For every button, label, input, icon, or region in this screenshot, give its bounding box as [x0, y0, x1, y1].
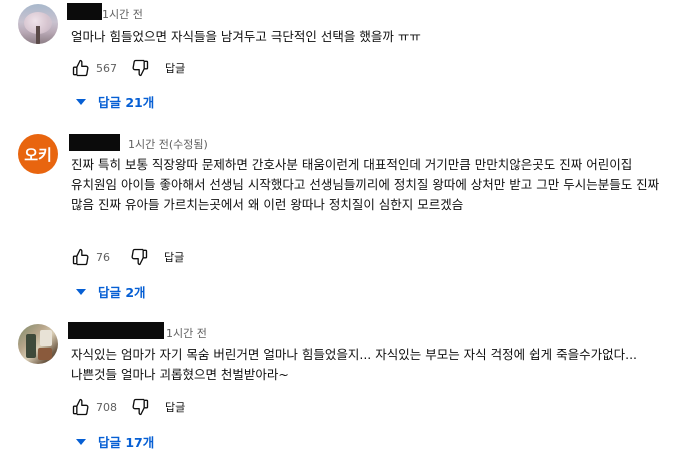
thumbs-up-icon[interactable]	[70, 57, 92, 79]
caret-down-icon	[76, 288, 86, 295]
thumbs-down-icon[interactable]	[128, 246, 150, 268]
view-replies-button[interactable]: 답글 21개	[76, 92, 154, 111]
thumbs-up-icon[interactable]	[70, 396, 92, 418]
comment-actions: 708 답글	[70, 395, 185, 419]
replies-count-label: 답글 21개	[98, 95, 155, 110]
comment-timestamp[interactable]: 1시간 전	[102, 6, 143, 22]
view-replies-button[interactable]: 답글 2개	[76, 282, 146, 301]
comment-actions: 567 답글	[70, 56, 185, 80]
replies-count-label: 답글 2개	[98, 285, 146, 300]
comment-text: 진짜 특히 보통 직장왕따 문제하면 간호사분 태움이런게 대표적인데 거기만큼…	[71, 157, 660, 212]
comment-text: 자식있는 엄마가 자기 목숨 버린거면 얼마나 힘들었을지... 자식있는 부모…	[71, 347, 638, 382]
reply-button[interactable]: 답글	[165, 399, 185, 415]
replies-count-label: 답글 17개	[98, 435, 155, 450]
comment-thread-3: 1시간 전 자식있는 엄마가 자기 목숨 버린거면 얼마나 힘들었을지... 자…	[0, 310, 690, 452]
caret-down-icon	[76, 438, 86, 445]
avatar-initials: 오키	[24, 145, 52, 164]
avatar[interactable]	[18, 4, 58, 44]
comment-timestamp[interactable]: 1시간 전	[166, 325, 207, 341]
avatar[interactable]	[18, 324, 58, 364]
avatar[interactable]: 오키	[18, 134, 58, 174]
like-count: 708	[96, 400, 117, 414]
comment-thread-1: 1시간 전 얼마나 힘들었으면 자식들을 남겨두고 극단적인 선택을 했을까 ㅠ…	[0, 0, 690, 120]
redacted-username	[67, 3, 102, 20]
reply-button[interactable]: 답글	[165, 60, 185, 76]
comment-text: 얼마나 힘들었으면 자식들을 남겨두고 극단적인 선택을 했을까 ㅠㅠ	[71, 29, 421, 44]
like-count: 76	[96, 250, 110, 264]
reply-button[interactable]: 답글	[164, 249, 184, 265]
view-replies-button[interactable]: 답글 17개	[76, 432, 154, 451]
like-count: 567	[96, 61, 117, 75]
redacted-username	[68, 322, 164, 339]
thumbs-down-icon[interactable]	[129, 57, 151, 79]
comment-actions: 76 답글	[70, 245, 184, 269]
comment-thread-2: 오키 1시간 전(수정됨) 진짜 특히 보통 직장왕따 문제하면 간호사분 태움…	[0, 120, 690, 310]
thumbs-up-icon[interactable]	[70, 246, 92, 268]
caret-down-icon	[76, 98, 86, 105]
redacted-username	[69, 134, 120, 151]
thumbs-down-icon[interactable]	[129, 396, 151, 418]
comment-timestamp[interactable]: 1시간 전(수정됨)	[128, 136, 208, 152]
